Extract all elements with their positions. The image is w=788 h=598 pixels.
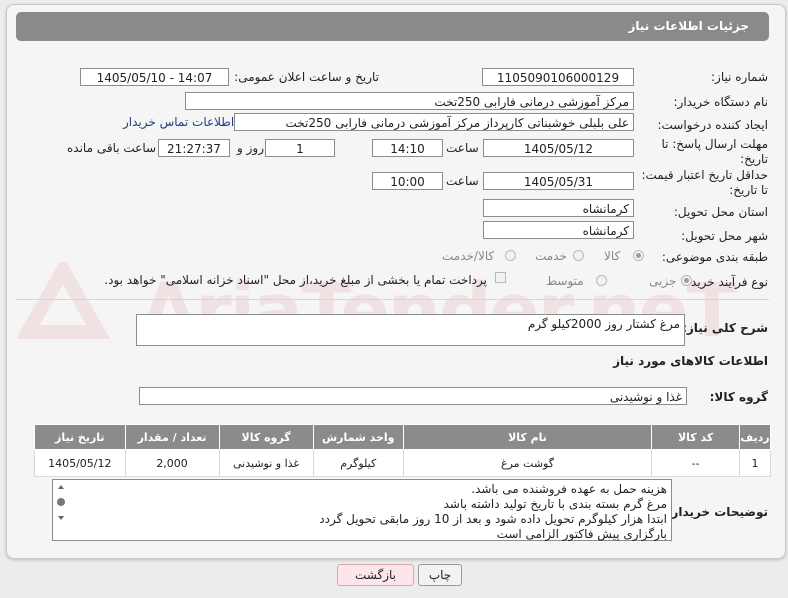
deadline-date-field: 1405/05/12 bbox=[483, 139, 634, 157]
goods-group-field: غذا و نوشیدنی bbox=[139, 387, 687, 405]
buyer-note-line: مرغ گرم بسته بندی با تاریخ تولید داشته ب… bbox=[443, 497, 667, 511]
buyer-note-line: بارگزاری پیش فاکتور الزامی است bbox=[496, 527, 667, 541]
need-number-label: شماره نیاز: bbox=[711, 70, 768, 84]
deadline-time-field: 14:10 bbox=[372, 139, 443, 157]
treasury-payment-note: پرداخت تمام یا بخشی از مبلغ خرید،از محل … bbox=[104, 273, 487, 287]
goods-section-title: اطلاعات کالاهای مورد نیاز bbox=[613, 354, 768, 368]
cell-unit: کیلوگرم bbox=[312, 449, 404, 477]
process-radio-medium[interactable] bbox=[596, 275, 607, 286]
validity-date-field: 1405/05/31 bbox=[483, 172, 634, 190]
buyer-note-line: هزینه حمل به عهده فروشنده می باشد. bbox=[471, 482, 667, 496]
validity-time-label: ساعت bbox=[446, 174, 479, 188]
process-label: نوع فرآیند خرید : bbox=[683, 275, 768, 289]
days-remaining-field: 1 bbox=[265, 139, 335, 157]
days-label: روز و bbox=[237, 141, 264, 155]
cell-quantity: 2,000 bbox=[124, 449, 220, 477]
col-quantity-header: تعداد / مقدار bbox=[124, 424, 220, 450]
cell-code: -- bbox=[651, 449, 741, 477]
buyer-notes-textarea[interactable]: هزینه حمل به عهده فروشنده می باشد. مرغ گ… bbox=[52, 479, 672, 541]
summary-label: شرح کلی نیاز: bbox=[682, 321, 768, 335]
category-label: طبقه بندی موضوعی: bbox=[661, 250, 768, 264]
table-row[interactable]: 1 -- گوشت مرغ کیلوگرم غذا و نوشیدنی 2,00… bbox=[34, 449, 771, 477]
col-code-header: کد کالا bbox=[651, 424, 741, 450]
city-label: شهر محل تحویل: bbox=[681, 229, 768, 243]
time-remaining-field: 21:27:37 bbox=[158, 139, 230, 157]
process-option-minor: جزیی bbox=[649, 274, 677, 288]
deadline-time-label: ساعت bbox=[446, 141, 479, 155]
buyer-org-field: مرکز آموزشی درمانی فارابی 250تخت bbox=[185, 92, 634, 110]
category-radio-goods-service[interactable] bbox=[505, 250, 516, 261]
page-title: جزئیات اطلاعات نیاز bbox=[628, 19, 749, 33]
col-row-header: ردیف bbox=[739, 424, 771, 450]
col-name-header: نام کالا bbox=[402, 424, 653, 450]
page-header: جزئیات اطلاعات نیاز bbox=[16, 12, 769, 41]
need-number-field: 1105090106000129 bbox=[482, 68, 634, 86]
buyer-org-label: نام دستگاه خریدار: bbox=[673, 95, 769, 109]
cell-name: گوشت مرغ bbox=[402, 449, 653, 477]
category-option-service: خدمت bbox=[535, 249, 567, 263]
creator-field: علی بلبلی خوشبناتی کارپرداز مرکز آموزشی … bbox=[234, 113, 634, 131]
announce-datetime-field: 1405/05/10 - 14:07 bbox=[80, 68, 229, 86]
col-group-header: گروه کالا bbox=[218, 424, 314, 450]
print-button[interactable]: چاپ bbox=[418, 564, 462, 586]
province-label: استان محل تحویل: bbox=[673, 205, 768, 219]
validity-label: حداقل تاریخ اعتبار قیمت: bbox=[641, 168, 768, 182]
notes-scrollbar[interactable] bbox=[54, 481, 68, 539]
back-button[interactable]: بازگشت bbox=[337, 564, 414, 586]
deadline-date-label: تاریخ: bbox=[740, 152, 768, 166]
buyer-contact-link[interactable]: اطلاعات تماس خریدار bbox=[123, 115, 234, 129]
category-option-goods-service: کالا/خدمت bbox=[442, 249, 495, 263]
buyer-note-line: ابتدا هزار کیلوگرم تحویل داده شود و بعد … bbox=[319, 512, 667, 526]
items-table-header: ردیف کد کالا نام کالا واحد شمارش گروه کا… bbox=[34, 424, 771, 450]
items-table: ردیف کد کالا نام کالا واحد شمارش گروه کا… bbox=[34, 424, 771, 477]
section-divider bbox=[16, 299, 769, 300]
city-field: کرمانشاه bbox=[483, 221, 634, 239]
creator-label: ایجاد کننده درخواست: bbox=[657, 118, 768, 132]
treasury-payment-checkbox[interactable] bbox=[495, 272, 506, 283]
scrollbar-arrows-icon bbox=[57, 485, 65, 520]
col-date-header: تاریخ نیاز bbox=[34, 424, 126, 450]
announce-label: تاریخ و ساعت اعلان عمومی: bbox=[234, 70, 379, 84]
deadline-label: مهلت ارسال پاسخ: تا bbox=[661, 137, 768, 151]
cell-date: 1405/05/12 bbox=[34, 449, 126, 477]
cell-row: 1 bbox=[739, 449, 771, 477]
validity-date-label: تا تاریخ: bbox=[729, 183, 768, 197]
category-radio-goods[interactable] bbox=[633, 250, 644, 261]
cell-group: غذا و نوشیدنی bbox=[218, 449, 314, 477]
time-remaining-label: ساعت باقی مانده bbox=[67, 141, 157, 155]
buyer-notes-label: توضیحات خریدار: bbox=[666, 505, 768, 519]
process-radio-minor[interactable] bbox=[681, 275, 692, 286]
summary-text: مرغ کشتار روز 2000کیلو گرم bbox=[527, 317, 680, 331]
category-option-goods: کالا bbox=[604, 249, 621, 263]
process-option-medium: متوسط bbox=[546, 274, 584, 288]
goods-group-label: گروه کالا: bbox=[709, 390, 768, 404]
col-unit-header: واحد شمارش bbox=[312, 424, 404, 450]
summary-textarea[interactable]: مرغ کشتار روز 2000کیلو گرم bbox=[136, 314, 685, 346]
province-field: کرمانشاه bbox=[483, 199, 634, 217]
category-radio-service[interactable] bbox=[573, 250, 584, 261]
validity-time-field: 10:00 bbox=[372, 172, 443, 190]
